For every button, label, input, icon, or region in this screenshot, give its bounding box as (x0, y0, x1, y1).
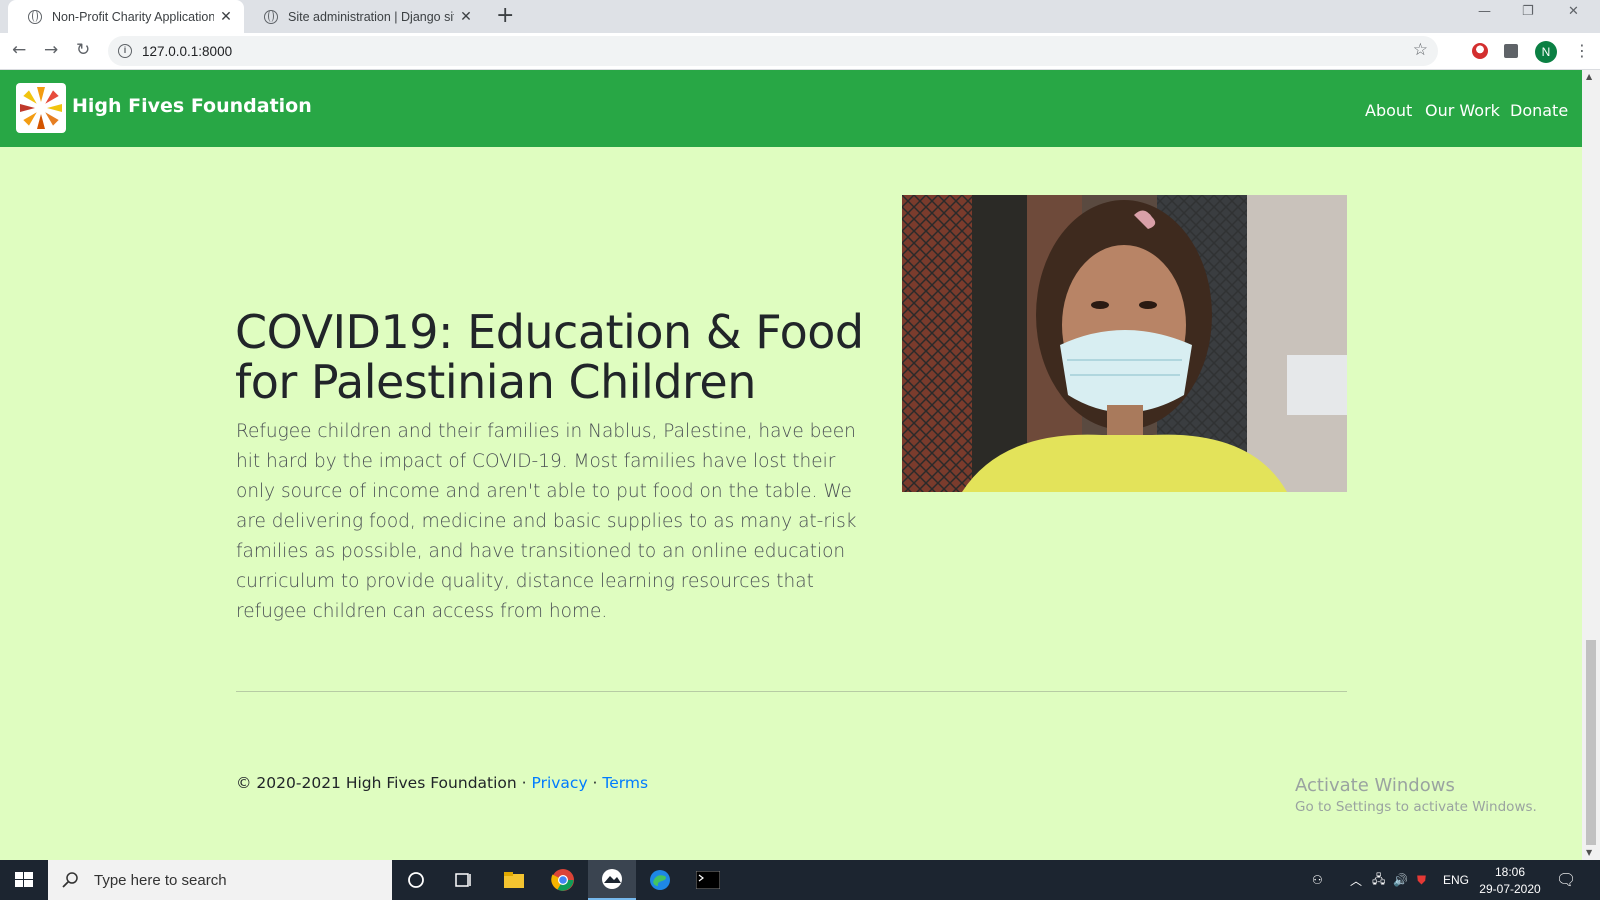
windows-logo-icon (15, 872, 33, 887)
start-button[interactable] (0, 860, 48, 900)
search-icon (62, 872, 78, 888)
tab-django-admin[interactable]: Site administration | Django site ✕ (244, 0, 484, 33)
url-text: 127.0.0.1:8000 (142, 43, 233, 59)
nav-donate[interactable]: Donate (1510, 101, 1568, 120)
activate-windows-watermark: Activate Windows Go to Settings to activ… (1295, 775, 1537, 815)
terminal-icon[interactable] (684, 860, 732, 900)
clock-date: 29-07-2020 (1479, 882, 1541, 896)
language-indicator[interactable]: ENG (1443, 860, 1469, 900)
security-shield-icon[interactable]: ⛊ (1417, 860, 1426, 900)
globe-icon (28, 9, 42, 24)
bookmark-star-icon[interactable]: ☆ (1413, 40, 1428, 60)
minimize-icon[interactable]: — (1478, 4, 1491, 19)
new-tab-button[interactable]: + (496, 3, 514, 28)
scroll-up-icon[interactable]: ▲ (1586, 72, 1592, 81)
site-navbar: High Fives Foundation About Our Work Don… (0, 70, 1582, 147)
tray-chevron-icon[interactable]: ︿ (1350, 860, 1362, 900)
extensions-puzzle-icon[interactable] (1504, 44, 1518, 58)
address-bar[interactable]: i 127.0.0.1:8000 ☆ (108, 36, 1438, 66)
hero-photo-child-with-mask (902, 195, 1347, 492)
tab-charity-app[interactable]: Non-Profit Charity Application ✕ (8, 0, 244, 33)
hero-description: Refugee children and their families in N… (236, 421, 857, 622)
page-scrollbar[interactable]: ▲ ▼ (1582, 70, 1600, 860)
file-explorer-icon[interactable] (490, 860, 538, 900)
search-placeholder: Type here to search (94, 871, 227, 889)
browser-toolbar: ← → ↻ i 127.0.0.1:8000 ☆ N ⋮ (0, 33, 1600, 70)
edge-icon[interactable] (636, 860, 684, 900)
cortana-icon[interactable] (392, 860, 440, 900)
nav-our-work[interactable]: Our Work (1425, 101, 1500, 120)
info-icon[interactable]: i (118, 44, 132, 58)
footer: © 2020-2021 High Fives Foundation · Priv… (236, 774, 648, 792)
people-icon[interactable]: ⚇ (1312, 860, 1323, 900)
tab-title: Site administration | Django site (288, 9, 454, 24)
forward-icon[interactable]: → (44, 40, 58, 60)
scrollbar-thumb[interactable] (1586, 640, 1596, 845)
nav-about[interactable]: About (1365, 101, 1412, 120)
browser-menu-icon[interactable]: ⋮ (1574, 41, 1590, 60)
copyright-text: © 2020-2021 High Fives Foundation · (236, 774, 532, 792)
privacy-link[interactable]: Privacy (532, 774, 588, 792)
hero-heading: COVID19: Education & Food for Palestinia… (235, 305, 864, 409)
close-tab-icon[interactable]: ✕ (454, 9, 478, 25)
back-icon[interactable]: ← (12, 40, 26, 60)
footer-divider (236, 691, 1347, 692)
tab-title: Non-Profit Charity Application (52, 9, 214, 24)
restore-icon[interactable]: ❐ (1522, 4, 1534, 19)
watermark-subtitle: Go to Settings to activate Windows. (1295, 799, 1537, 815)
clock-time: 18:06 (1494, 865, 1526, 879)
taskbar-search[interactable]: Type here to search (48, 860, 392, 900)
snip-app-icon[interactable] (588, 860, 636, 900)
notifications-icon[interactable]: 🗨 (1556, 860, 1576, 900)
close-window-icon[interactable]: ✕ (1568, 4, 1579, 19)
windows-taskbar: Type here to search ⚇ ︿ 🖧 🔊 ⛊ ENG 18:06 … (0, 860, 1600, 900)
close-tab-icon[interactable]: ✕ (214, 9, 238, 25)
profile-avatar[interactable]: N (1535, 41, 1557, 63)
chrome-icon[interactable] (539, 860, 587, 900)
extension-icon[interactable] (1472, 43, 1488, 59)
foundation-logo[interactable] (16, 83, 66, 133)
reload-icon[interactable]: ↻ (76, 40, 90, 60)
scroll-down-icon[interactable]: ▼ (1586, 848, 1592, 857)
brand-name[interactable]: High Fives Foundation (72, 95, 312, 117)
volume-icon[interactable]: 🔊 (1393, 860, 1408, 900)
browser-tab-bar: Non-Profit Charity Application ✕ Site ad… (0, 0, 1600, 33)
footer-separator: · (587, 774, 603, 792)
system-clock[interactable]: 18:06 29-07-2020 (1474, 864, 1546, 898)
globe-icon (264, 9, 278, 24)
terms-link[interactable]: Terms (602, 774, 648, 792)
task-view-icon[interactable] (440, 860, 488, 900)
watermark-title: Activate Windows (1295, 775, 1455, 796)
network-icon[interactable]: 🖧 (1372, 860, 1385, 900)
